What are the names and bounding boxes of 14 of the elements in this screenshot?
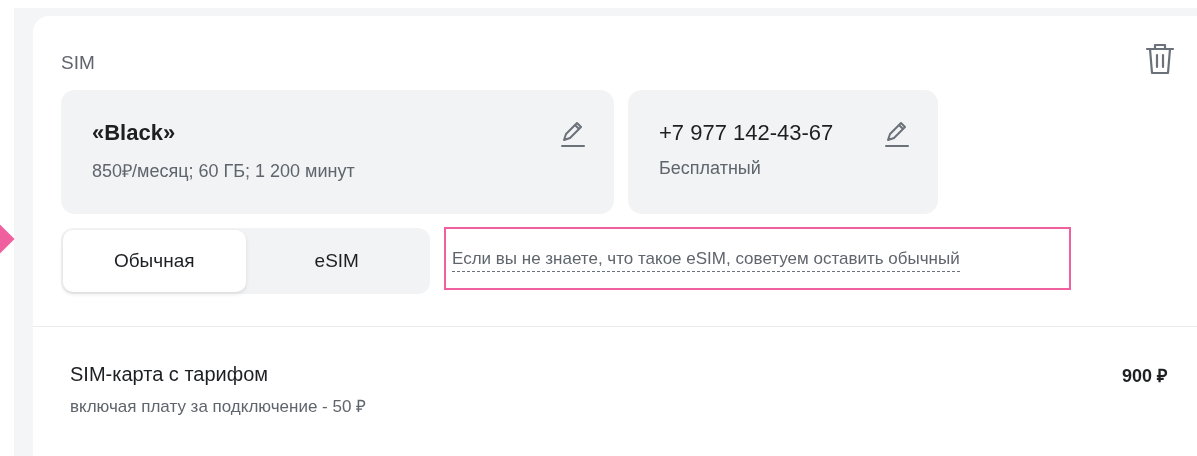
card-subtitle: 850₽/месяц; 60 ГБ; 1 200 минут [92, 160, 355, 182]
summary-title: SIM-карта с тарифом [70, 363, 270, 386]
section-title: SIM [61, 52, 95, 74]
price: 900 ₽ [1121, 365, 1167, 388]
card-title: +7 977 142-43-67 [659, 120, 834, 146]
pencil-icon[interactable] [560, 120, 586, 148]
hint-link[interactable]: Если вы не знаете, что такое eSIM, советуем оставить обычный [452, 249, 960, 272]
trash-icon[interactable] [1145, 42, 1175, 76]
card-subtitle: Бесплатный [659, 158, 762, 179]
sim-type-tab[interactable]: eSIM [245, 230, 428, 292]
sim-type-tab[interactable]: Обычная [63, 230, 246, 292]
card-title: «Black» [92, 120, 177, 146]
pencil-icon[interactable] [884, 120, 910, 148]
summary-note: включая плату за подключение - 50 ₽ [70, 396, 367, 417]
